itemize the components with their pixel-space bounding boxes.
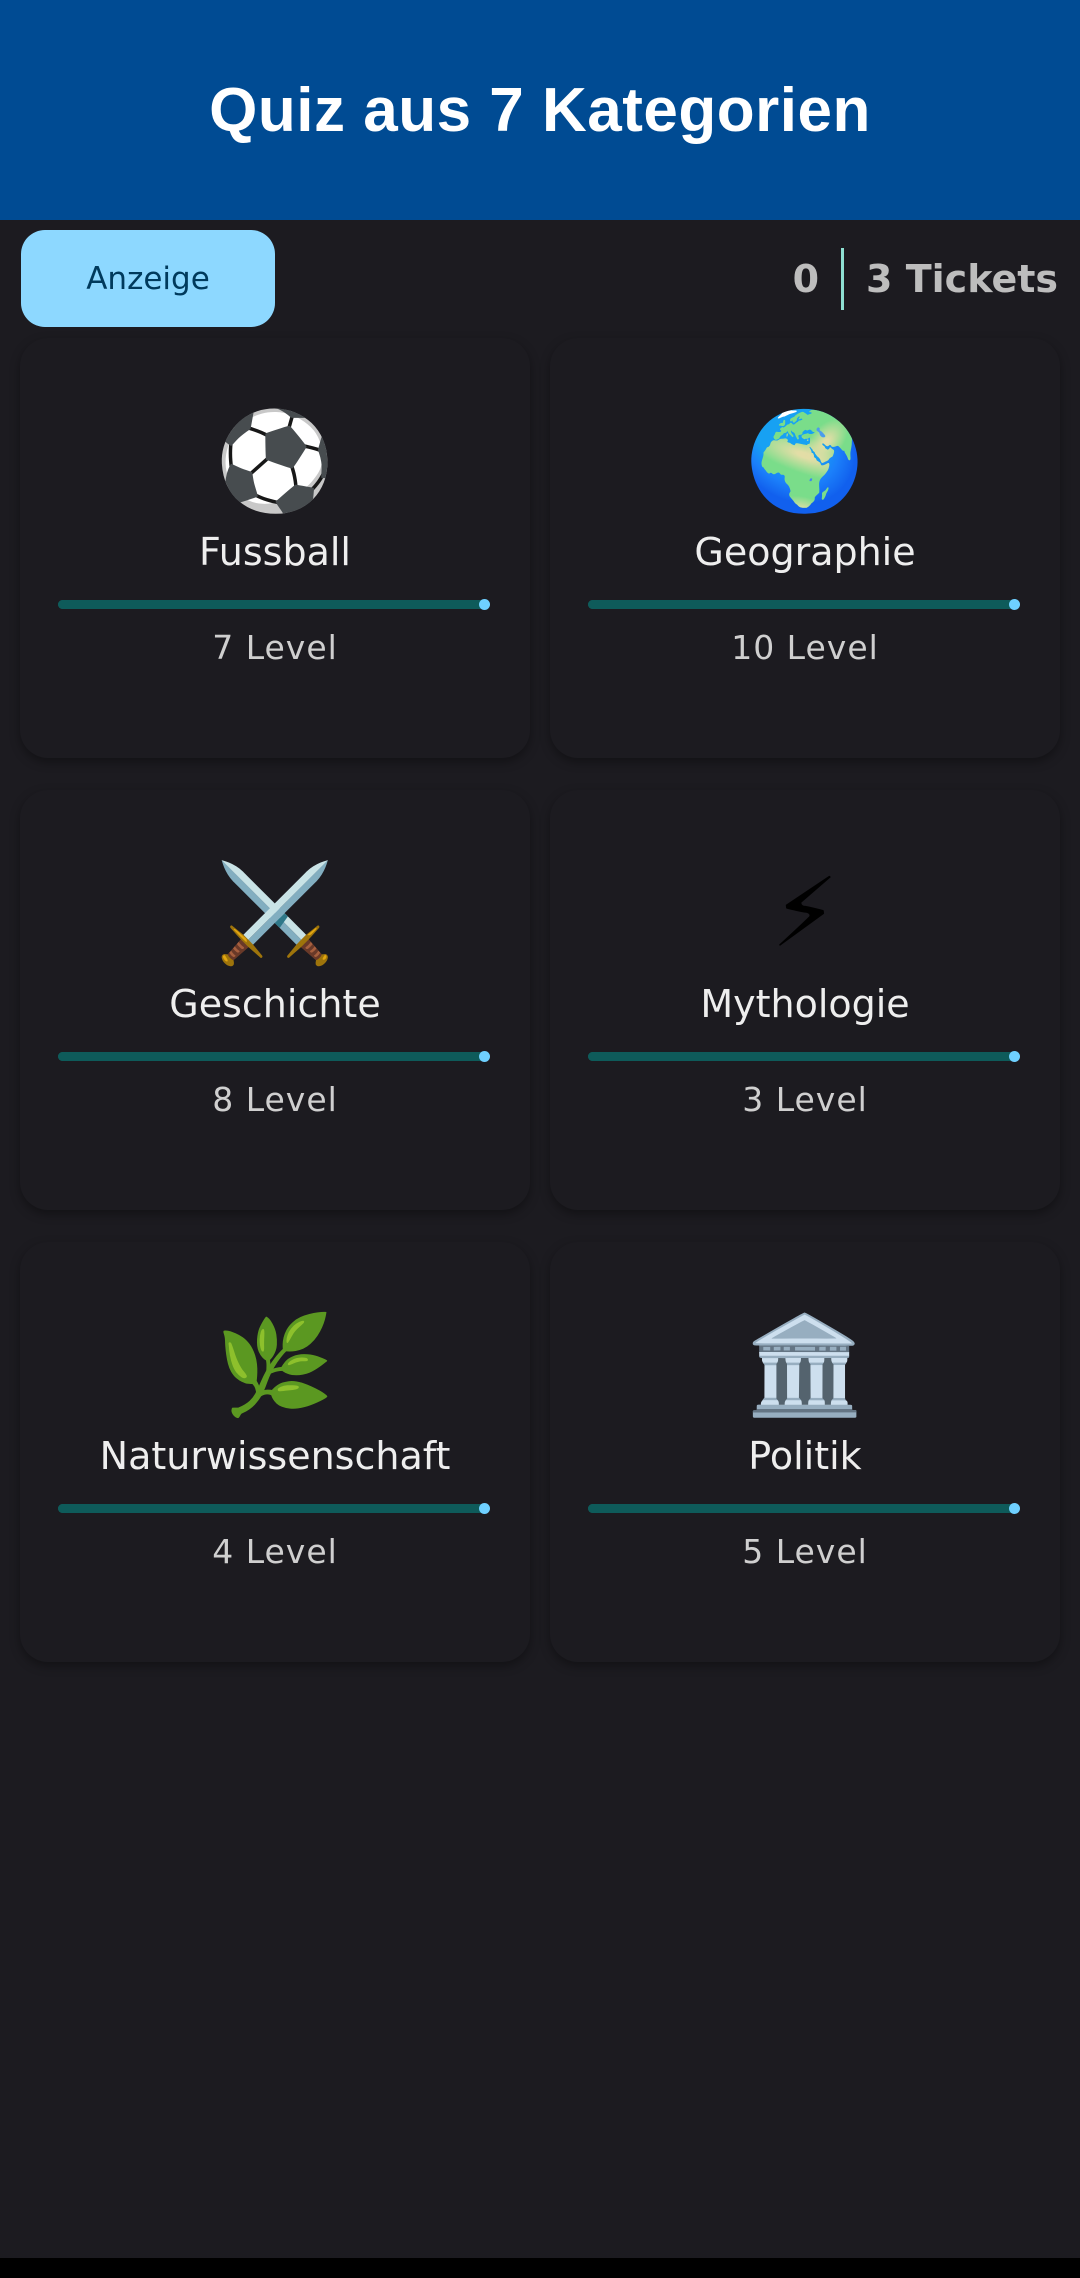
level-count: 8 Level: [212, 1080, 338, 1119]
progress-bar: [588, 599, 1020, 610]
category-card-mythologie[interactable]: ⚡ Mythologie 3 Level: [550, 790, 1060, 1210]
progress-bar: [588, 1503, 1020, 1514]
progress-dot: [479, 599, 490, 610]
ad-button[interactable]: Anzeige: [21, 230, 275, 327]
progress-dot: [1009, 1503, 1020, 1514]
category-card-geographie[interactable]: 🌍 Geographie 10 Level: [550, 338, 1060, 758]
progress-dot: [479, 1051, 490, 1062]
progress-bar: [58, 1503, 490, 1514]
category-card-fussball[interactable]: ⚽ Fussball 7 Level: [20, 338, 530, 758]
category-name: Mythologie: [700, 982, 910, 1026]
level-count: 3 Level: [742, 1080, 868, 1119]
score-count: 0: [792, 257, 820, 301]
progress-bar: [588, 1051, 1020, 1062]
progress-dot: [1009, 1051, 1020, 1062]
herb-icon: 🌿: [215, 1309, 335, 1421]
category-name: Fussball: [199, 530, 351, 574]
level-count: 5 Level: [742, 1532, 868, 1571]
lightning-icon: ⚡: [771, 857, 839, 969]
top-bar: Anzeige 0 3 Tickets: [0, 220, 1080, 338]
category-name: Geographie: [694, 530, 916, 574]
page-title: Quiz aus 7 Kategorien: [209, 75, 871, 145]
level-count: 10 Level: [731, 628, 879, 667]
progress-bar: [58, 1051, 490, 1062]
system-nav-strip: [0, 2258, 1080, 2278]
globe-icon: 🌍: [745, 405, 865, 517]
level-count: 4 Level: [212, 1532, 338, 1571]
category-name: Geschichte: [169, 982, 381, 1026]
category-name: Naturwissenschaft: [99, 1434, 451, 1478]
level-count: 7 Level: [212, 628, 338, 667]
progress-bar: [58, 599, 490, 610]
category-name: Politik: [748, 1434, 862, 1478]
category-card-naturwissenschaft[interactable]: 🌿 Naturwissenschaft 4 Level: [20, 1242, 530, 1662]
classical-building-icon: 🏛️: [745, 1309, 865, 1421]
ticket-stats: 0 3 Tickets: [793, 248, 1058, 310]
divider: [841, 248, 845, 310]
app-header: Quiz aus 7 Kategorien: [0, 0, 1080, 220]
tickets-count: 3 Tickets: [866, 257, 1058, 301]
progress-dot: [1009, 599, 1020, 610]
crossed-swords-icon: ⚔️: [215, 857, 335, 969]
category-card-politik[interactable]: 🏛️ Politik 5 Level: [550, 1242, 1060, 1662]
soccer-ball-icon: ⚽: [215, 405, 335, 517]
progress-dot: [479, 1503, 490, 1514]
category-card-geschichte[interactable]: ⚔️ Geschichte 8 Level: [20, 790, 530, 1210]
